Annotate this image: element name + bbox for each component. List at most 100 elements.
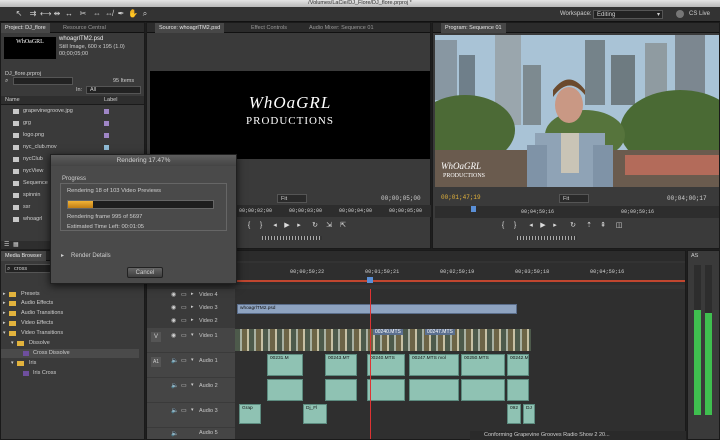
ripple-edit-icon[interactable]: ⟷ xyxy=(40,9,51,19)
lock-icon[interactable]: ▭ xyxy=(181,304,187,311)
effects-item-audio-effects[interactable]: ▸ Audio Effects xyxy=(1,299,139,308)
tab-media-browser[interactable]: Media Browser xyxy=(1,251,46,261)
effects-item-dissolve[interactable]: ▾ Dissolve xyxy=(1,339,139,348)
source-jog-shuttle[interactable] xyxy=(262,236,322,240)
render-details-toggle[interactable]: Render Details xyxy=(71,253,111,259)
list-item[interactable]: grg xyxy=(1,119,139,128)
lock-icon[interactable]: ▭ xyxy=(181,291,187,298)
clip-audio1[interactable]: 00247.MTS rvol xyxy=(409,354,459,376)
program-fit-select[interactable]: Fit xyxy=(559,194,589,203)
tab-project[interactable]: Project: DJ_flore xyxy=(1,23,50,33)
cs-live-button[interactable]: CS Live xyxy=(689,11,710,17)
chevron-down-icon[interactable]: ▾ xyxy=(191,382,194,388)
slip-icon[interactable]: ⇔ xyxy=(92,9,102,19)
chevron-right-icon[interactable]: ▸ xyxy=(61,252,64,259)
lock-icon[interactable]: ▭ xyxy=(181,407,187,414)
col-name[interactable]: Name xyxy=(5,97,20,103)
selection-tool-icon[interactable]: ↖ xyxy=(14,9,24,19)
tab-source[interactable]: Source: whoagrlTM2.psd xyxy=(155,23,225,33)
col-label[interactable]: Label xyxy=(104,97,117,103)
workspace-select[interactable]: Editing ▾ xyxy=(593,10,663,19)
program-current-timecode[interactable]: 00;01;47;19 xyxy=(441,194,481,201)
clip-audio3[interactable]: Dj_Fl xyxy=(303,404,327,424)
cancel-button[interactable]: Cancel xyxy=(127,267,163,278)
clip-audio1[interactable]: 00231.M xyxy=(267,354,303,376)
tab-audio-mixer[interactable]: Audio Mixer: Sequence 01 xyxy=(305,23,378,33)
mark-out-icon[interactable]: } xyxy=(257,222,265,230)
razor-icon[interactable]: ✂ xyxy=(78,9,88,19)
clip-audio2[interactable] xyxy=(367,379,405,401)
clip-audio2[interactable] xyxy=(409,379,459,401)
clip-audio2[interactable] xyxy=(507,379,529,401)
source-patch-v[interactable]: V xyxy=(151,332,161,342)
rate-stretch-icon[interactable]: ↔ xyxy=(64,9,74,19)
program-jog-shuttle[interactable] xyxy=(517,236,577,240)
effects-item-audio-transitions[interactable]: ▸ Audio Transitions xyxy=(1,309,139,318)
effects-item-presets[interactable]: ▸ Presets xyxy=(1,290,139,299)
effects-item-iris-cross[interactable]: Iris Cross xyxy=(1,369,139,378)
speaker-icon[interactable]: 🔈 xyxy=(171,382,178,389)
lock-icon[interactable]: ▭ xyxy=(181,317,187,324)
lock-icon[interactable]: ▭ xyxy=(181,357,187,364)
in-select[interactable]: All xyxy=(86,86,141,94)
pen-icon[interactable]: ✒ xyxy=(116,9,126,19)
list-item[interactable]: nyc_club.mov xyxy=(1,143,139,152)
zoom-icon[interactable]: ⌕ xyxy=(140,9,150,19)
clip-audio1[interactable]: 00243.MT xyxy=(325,354,357,376)
effects-item-video-effects[interactable]: ▸ Video Effects xyxy=(1,319,139,328)
clip-audio2[interactable] xyxy=(461,379,505,401)
eye-icon[interactable]: ◉ xyxy=(171,332,176,339)
clip-audio1[interactable]: 00242.MTS rvol xyxy=(507,354,529,376)
slide-icon[interactable]: ⇎ xyxy=(104,9,114,19)
effects-item-cross-dissolve[interactable]: Cross Dissolve xyxy=(1,349,139,358)
extract-icon[interactable]: ⇞ xyxy=(599,222,607,230)
hand-icon[interactable]: ✋ xyxy=(128,9,138,19)
playhead-icon[interactable] xyxy=(367,277,373,283)
speaker-icon[interactable]: 🔈 xyxy=(171,357,178,364)
tab-program[interactable]: Program: Sequence 01 xyxy=(441,23,506,33)
insert-icon[interactable]: ⇲ xyxy=(325,222,333,230)
clip-audio2[interactable] xyxy=(267,379,303,401)
clip-audio1[interactable]: 00250.MTS xyxy=(461,354,505,376)
source-patch-a[interactable]: A1 xyxy=(151,357,161,367)
clip-audio1[interactable]: 00240.MTS xyxy=(367,354,405,376)
clip-audio3[interactable]: DJ xyxy=(523,404,535,424)
clip-v3-title[interactable]: whoagrlTM2.psd xyxy=(237,304,517,314)
list-item[interactable]: logo.png xyxy=(1,131,139,140)
chevron-right-icon[interactable]: ▸ xyxy=(191,304,194,310)
search-icon[interactable]: ⌕ xyxy=(5,78,8,85)
step-back-icon[interactable]: ◂ xyxy=(271,222,279,230)
eye-icon[interactable]: ◉ xyxy=(171,291,176,298)
lift-icon[interactable]: ⇡ xyxy=(585,222,593,230)
playhead-icon[interactable] xyxy=(471,206,476,212)
speaker-icon[interactable]: 🔈 xyxy=(171,430,178,437)
overwrite-icon[interactable]: ⇱ xyxy=(339,222,347,230)
step-forward-icon[interactable]: ▸ xyxy=(295,222,303,230)
eye-icon[interactable]: ◉ xyxy=(171,304,176,311)
step-back-icon[interactable]: ◂ xyxy=(527,222,535,230)
effects-item-iris[interactable]: ▾ Iris xyxy=(1,359,139,368)
mark-out-icon[interactable]: } xyxy=(511,222,519,230)
list-item[interactable]: grapevinegroove.jpg xyxy=(1,107,139,116)
step-forward-icon[interactable]: ▸ xyxy=(551,222,559,230)
track-select-icon[interactable]: ⇉ xyxy=(28,9,38,19)
chevron-right-icon[interactable]: ▸ xyxy=(191,291,194,297)
list-view-icon[interactable]: ☰ xyxy=(4,241,9,248)
clip-audio3[interactable]: 092 xyxy=(507,404,521,424)
project-search-input[interactable] xyxy=(13,77,73,85)
chevron-down-icon[interactable]: ▾ xyxy=(191,357,194,363)
loop-icon[interactable]: ↻ xyxy=(311,222,319,230)
eye-icon[interactable]: ◉ xyxy=(171,317,176,324)
effects-item-video-transitions[interactable]: ▾ Video Transitions xyxy=(1,329,139,338)
mark-in-icon[interactable]: { xyxy=(499,222,507,230)
icon-view-icon[interactable]: ▦ xyxy=(13,241,19,248)
tab-effect-controls[interactable]: Effect Controls xyxy=(247,23,291,33)
chevron-down-icon[interactable]: ▾ xyxy=(191,332,194,338)
play-icon[interactable]: ▶ xyxy=(283,222,291,230)
chevron-right-icon[interactable]: ▸ xyxy=(191,317,194,323)
loop-icon[interactable]: ↻ xyxy=(569,222,577,230)
play-icon[interactable]: ▶ xyxy=(539,222,547,230)
speaker-icon[interactable]: 🔈 xyxy=(171,407,178,414)
export-frame-icon[interactable]: ◫ xyxy=(615,222,623,230)
lock-icon[interactable]: ▭ xyxy=(181,382,187,389)
